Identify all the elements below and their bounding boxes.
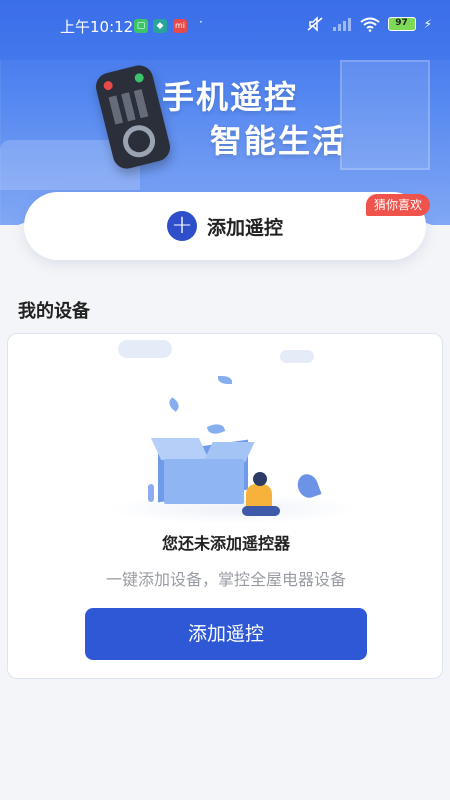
guess-you-like-badge[interactable]: 猜你喜欢	[365, 194, 430, 216]
grass-decoration	[148, 484, 154, 502]
box-front	[164, 459, 244, 504]
my-devices-title: 我的设备	[18, 301, 90, 322]
leaf-decoration	[206, 421, 226, 437]
box-flap-left	[150, 438, 210, 460]
signal-icon	[332, 18, 351, 31]
add-remote-button[interactable]: 添加遥控	[85, 608, 367, 660]
status-time: 上午10:12	[60, 18, 134, 36]
mute-icon	[307, 16, 323, 32]
cloud-decoration	[118, 340, 172, 358]
banner-slogan-line2: 智能生活	[210, 122, 347, 160]
mi-app-icon: mi	[173, 19, 187, 33]
add-remote-card[interactable]: + 添加遥控 猜你喜欢	[24, 192, 430, 260]
empty-state-subtitle: 一键添加设备，掌控全屋电器设备	[105, 570, 346, 589]
remote-keypad-decoration	[108, 88, 153, 125]
battery-indicator: 97	[387, 17, 416, 31]
leaf-decoration	[166, 397, 182, 412]
cloud-decoration	[280, 350, 314, 363]
remote-green-button-decoration	[133, 72, 145, 84]
status-indicators: 97 ⚡	[306, 16, 432, 32]
devices-empty-card: 您还未添加遥控器 一键添加设备，掌控全屋电器设备 添加遥控	[7, 333, 443, 679]
empty-state-illustration	[8, 334, 444, 534]
charging-icon: ⚡	[423, 17, 432, 31]
remote-dpad-decoration	[119, 121, 159, 161]
remote-power-button-decoration	[102, 80, 114, 92]
wifi-icon	[359, 17, 380, 32]
message-app-icon: ▢	[134, 19, 148, 33]
status-bar: 上午10:12 ▢ ◆ mi · 97 ⚡	[0, 0, 450, 52]
person-head	[253, 472, 267, 486]
leaf-decoration	[218, 376, 232, 384]
add-remote-card-label: 添加遥控	[206, 216, 283, 239]
shield-app-icon: ◆	[153, 19, 167, 33]
person-legs	[242, 506, 280, 516]
empty-state-title: 您还未添加遥控器	[161, 534, 290, 553]
notification-dot: ·	[199, 15, 203, 29]
plus-icon: +	[166, 211, 197, 241]
banner-window-decoration	[340, 60, 430, 170]
banner-slogan-line1: 手机遥控	[162, 78, 299, 116]
